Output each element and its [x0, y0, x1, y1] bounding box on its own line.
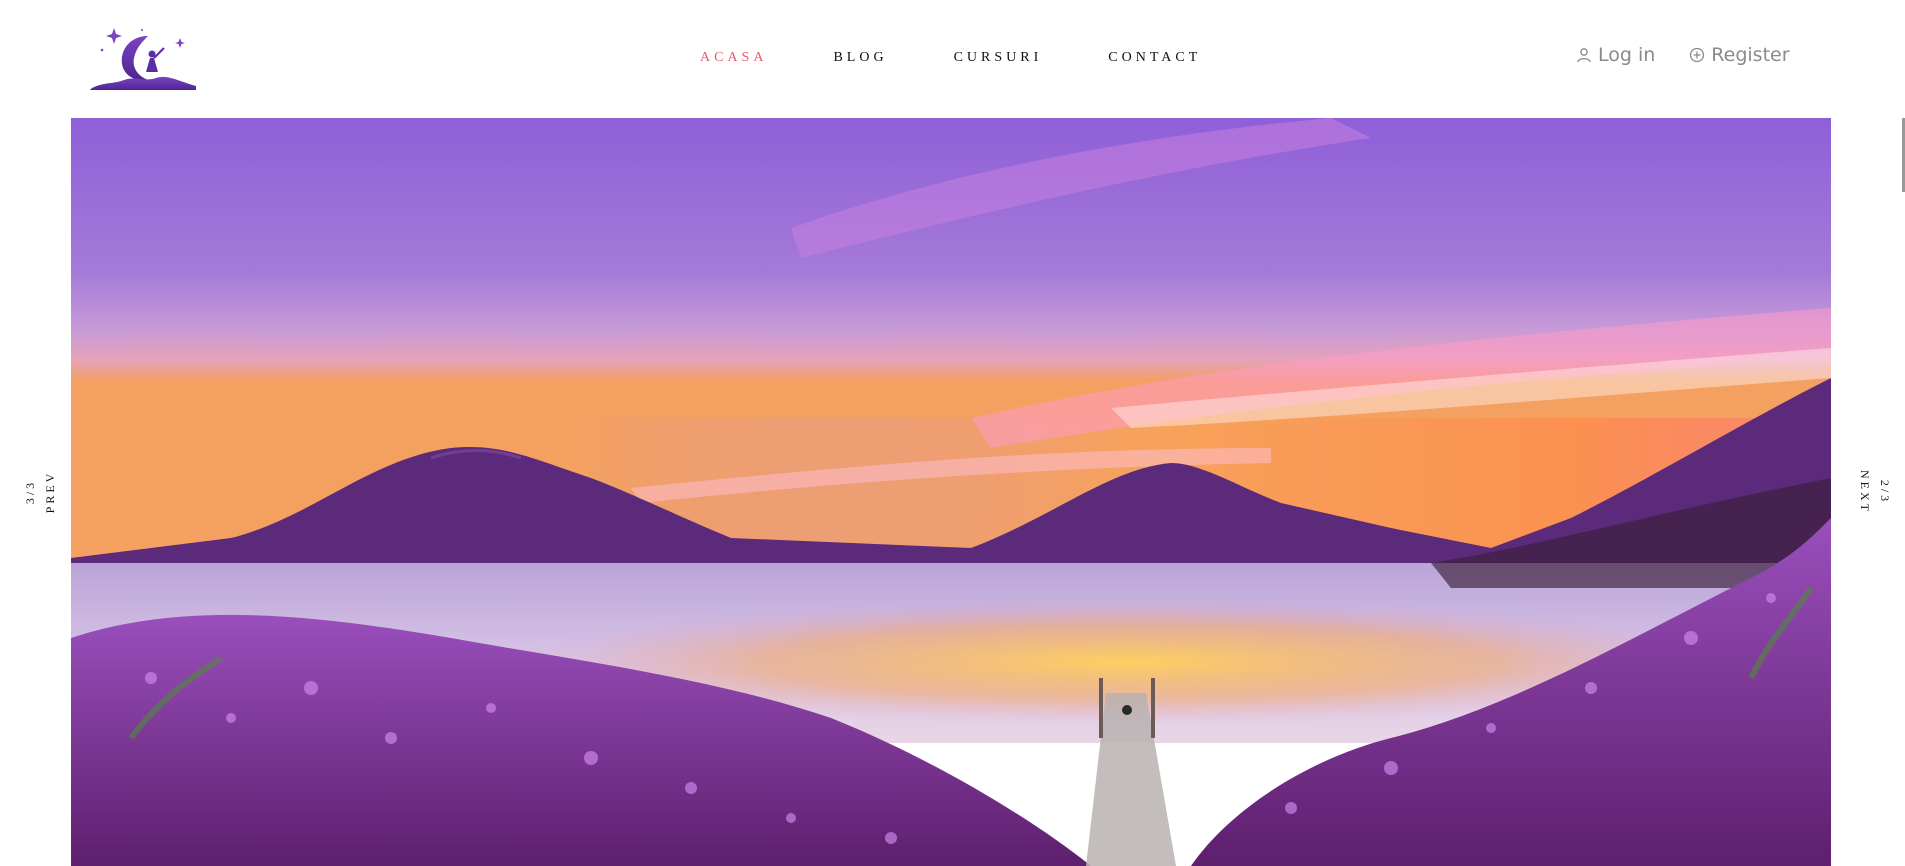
site-logo[interactable]	[84, 24, 204, 90]
main-nav: ACASA BLOG CURSURI CONTACT	[700, 50, 1267, 66]
slider-prev-count: 3/3	[23, 479, 37, 505]
moon-fairy-logo-icon	[90, 28, 196, 90]
register-label: Register	[1711, 44, 1790, 66]
nav-item-contact[interactable]: CONTACT	[1108, 50, 1201, 66]
login-link[interactable]: Log in	[1576, 44, 1655, 66]
nav-item-cursuri[interactable]: CURSURI	[954, 50, 1043, 66]
slider-prev-control[interactable]: 3/3 PREV	[23, 462, 57, 522]
register-link[interactable]: Register	[1689, 44, 1790, 66]
slider-next-label: NEXT	[1858, 470, 1872, 514]
slider-next-count: 2/3	[1878, 479, 1892, 505]
login-label: Log in	[1598, 44, 1656, 66]
plus-circle-icon	[1690, 47, 1705, 63]
auth-links: Log in Register	[1576, 44, 1824, 66]
slider-prev-label: PREV	[43, 470, 57, 514]
user-icon	[1577, 48, 1591, 63]
nav-item-acasa[interactable]: ACASA	[700, 50, 767, 66]
slider-next-control[interactable]: 2/3 NEXT	[1858, 462, 1892, 522]
nav-item-blog[interactable]: BLOG	[833, 50, 887, 66]
hero-slide-image	[71, 118, 1831, 866]
